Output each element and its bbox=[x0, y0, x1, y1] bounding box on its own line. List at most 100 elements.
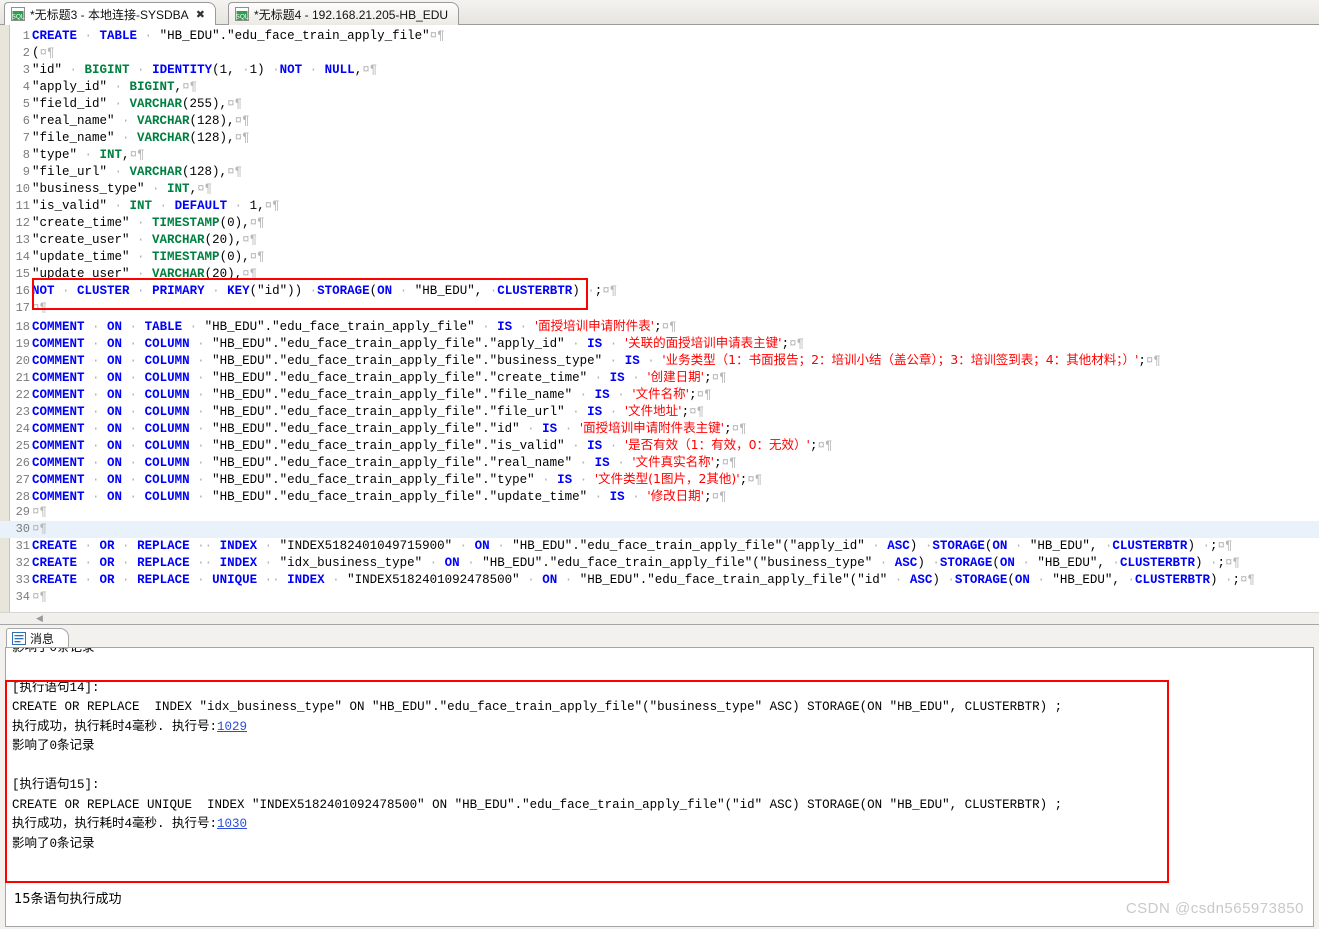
message-panel: 消息 影响了0条记录 [执行语句14]: CREATE OR REPLACE IND… bbox=[0, 626, 1319, 929]
code-line[interactable]: 32 CREATE · OR · REPLACE ·· INDEX · "idx_… bbox=[0, 555, 1319, 572]
code-line[interactable]: 22 COMMENT · ON · COLUMN · "HB_EDU"."edu_… bbox=[0, 385, 1319, 402]
code-token: VARCHAR bbox=[152, 267, 205, 281]
code-line[interactable]: 21 COMMENT · ON · COLUMN · "HB_EDU"."edu_… bbox=[0, 368, 1319, 385]
editor-horizontal-scrollbar[interactable]: ◀ bbox=[0, 612, 1319, 624]
code-token: CREATE bbox=[32, 573, 78, 587]
sql-code-area[interactable]: 1 CREATE · TABLE · "HB_EDU"."edu_face_tra… bbox=[0, 28, 1319, 606]
code-line[interactable]: 10 "business_type" · INT,¤¶ bbox=[0, 181, 1319, 198]
code-token: · bbox=[1224, 573, 1233, 587]
code-line[interactable]: 5 "field_id" · VARCHAR(255),¤¶ bbox=[0, 96, 1319, 113]
code-line[interactable]: 29 ¤¶ bbox=[0, 504, 1319, 521]
code-line[interactable]: 26 COMMENT · ON · COLUMN · "HB_EDU"."edu_… bbox=[0, 453, 1319, 470]
code-token: · bbox=[242, 63, 250, 77]
code-line[interactable]: 13 "create_user" · VARCHAR(20),¤¶ bbox=[0, 232, 1319, 249]
code-line[interactable]: 15 "update_user" · VARCHAR(20),¤¶ bbox=[0, 266, 1319, 283]
code-line[interactable]: 17 ¤¶ bbox=[0, 300, 1319, 317]
code-line[interactable]: 34 ¤¶ bbox=[0, 589, 1319, 606]
code-token: ( bbox=[32, 46, 40, 60]
code-token: VARCHAR bbox=[129, 165, 183, 179]
code-token: ON bbox=[107, 422, 123, 436]
code-token: · bbox=[519, 573, 543, 587]
code-token: IS bbox=[497, 320, 513, 334]
code-token: "HB_EDU"."edu_face_train_apply_file"("id… bbox=[579, 573, 888, 587]
code-line[interactable]: 30 ¤¶ bbox=[0, 521, 1319, 538]
code-line[interactable]: 23 COMMENT · ON · COLUMN · "HB_EDU"."edu_… bbox=[0, 402, 1319, 419]
message-block-header: [执行语句15]: bbox=[12, 778, 100, 792]
code-token: CLUSTERBTR bbox=[1134, 573, 1210, 587]
code-token: TIMESTAMP bbox=[152, 250, 220, 264]
code-line[interactable]: 1 CREATE · TABLE · "HB_EDU"."edu_face_tra… bbox=[0, 28, 1319, 45]
sql-editor-pane[interactable]: 1 CREATE · TABLE · "HB_EDU"."edu_face_tra… bbox=[0, 25, 1319, 625]
code-token: · bbox=[624, 371, 648, 385]
code-token: VARCHAR bbox=[137, 131, 190, 145]
code-token: · bbox=[114, 131, 138, 145]
code-token: ¤¶ bbox=[817, 439, 833, 453]
code-token: "create_time" bbox=[32, 216, 130, 230]
code-line[interactable]: 19 COMMENT · ON · COLUMN · "HB_EDU"."edu_… bbox=[0, 334, 1319, 351]
dm-manager-window: SQL *无标题3 - 本地连接-SYSDBA ✖ SQL *无标题4 - 19… bbox=[0, 0, 1319, 929]
code-token: COMMENT bbox=[32, 337, 85, 351]
editor-tab-1[interactable]: SQL *无标题3 - 本地连接-SYSDBA ✖ bbox=[4, 2, 216, 25]
code-line[interactable]: 18 COMMENT · ON · TABLE · "HB_EDU"."edu_f… bbox=[0, 317, 1319, 334]
code-token: · bbox=[189, 354, 213, 368]
code-line[interactable]: 4 "apply_id" · BIGINT,¤¶ bbox=[0, 79, 1319, 96]
code-line[interactable]: 7 "file_name" · VARCHAR(128),¤¶ bbox=[0, 130, 1319, 147]
message-output[interactable]: 影响了0条记录 [执行语句14]: CREATE OR REPLACE INDEX … bbox=[5, 647, 1314, 907]
code-line[interactable]: 3 "id" · BIGINT · IDENTITY(1, ·1) ·NOT · … bbox=[0, 62, 1319, 79]
code-line[interactable]: 25 COMMENT · ON · COLUMN · "HB_EDU"."edu_… bbox=[0, 436, 1319, 453]
execution-number-link[interactable]: 1029 bbox=[217, 720, 247, 734]
code-line[interactable]: 9 "file_url" · VARCHAR(128),¤¶ bbox=[0, 164, 1319, 181]
code-token: ON bbox=[542, 573, 558, 587]
code-line[interactable]: 28 COMMENT · ON · COLUMN · "HB_EDU"."edu_… bbox=[0, 487, 1319, 504]
code-line[interactable]: 6 "real_name" · VARCHAR(128),¤¶ bbox=[0, 113, 1319, 130]
code-token: · bbox=[309, 284, 318, 298]
editor-tab-2[interactable]: SQL *无标题4 - 192.168.21.205-HB_EDU bbox=[228, 2, 460, 25]
sql-file-icon: SQL bbox=[235, 7, 249, 21]
code-line[interactable]: 27 COMMENT · ON · COLUMN · "HB_EDU"."edu_… bbox=[0, 470, 1319, 487]
code-token: IS bbox=[587, 439, 603, 453]
tab-messages[interactable]: 消息 bbox=[6, 628, 70, 648]
code-token: ¤¶ bbox=[32, 301, 48, 315]
code-token: ; bbox=[1217, 556, 1225, 570]
scroll-left-icon[interactable]: ◀ bbox=[36, 614, 43, 624]
code-token: · bbox=[122, 405, 145, 419]
code-token: ¤¶ bbox=[711, 371, 727, 385]
code-token: PRIMARY bbox=[152, 284, 205, 298]
code-token: ON bbox=[377, 284, 393, 298]
execution-number-link[interactable]: 1030 bbox=[217, 817, 247, 831]
code-token: ON bbox=[107, 388, 123, 402]
code-token: · bbox=[77, 556, 100, 570]
line-number: 33 bbox=[15, 573, 30, 587]
code-token: · bbox=[512, 320, 535, 334]
close-icon[interactable]: ✖ bbox=[196, 9, 205, 20]
code-line[interactable]: 16 NOT · CLUSTER · PRIMARY · KEY("id")) ·… bbox=[0, 283, 1319, 300]
clipped-message-line: 影响了0条记录 bbox=[12, 648, 95, 655]
code-token: · bbox=[302, 63, 325, 77]
code-token: VARCHAR bbox=[129, 97, 183, 111]
code-line[interactable]: 12 "create_time" · TIMESTAMP(0),¤¶ bbox=[0, 215, 1319, 232]
code-token: · bbox=[489, 539, 513, 553]
message-block-affected: 影响了0条记录 bbox=[12, 739, 95, 753]
code-token: · bbox=[1127, 573, 1135, 587]
code-token: IS bbox=[587, 337, 603, 351]
code-token: ( bbox=[1007, 573, 1015, 587]
code-line[interactable]: 11 "is_valid" · INT · DEFAULT · 1,¤¶ bbox=[0, 198, 1319, 215]
code-token: ("id")) bbox=[249, 284, 310, 298]
code-token: (1, bbox=[212, 63, 243, 77]
code-token: · bbox=[107, 97, 130, 111]
code-line[interactable]: 31 CREATE · OR · REPLACE ·· INDEX · "INDE… bbox=[0, 538, 1319, 555]
code-line[interactable]: 20 COMMENT · ON · COLUMN · "HB_EDU"."edu_… bbox=[0, 351, 1319, 368]
code-token: IS bbox=[594, 388, 610, 402]
code-token: (255), bbox=[182, 97, 228, 111]
code-line[interactable]: 24 COMMENT · ON · COLUMN · "HB_EDU"."edu_… bbox=[0, 419, 1319, 436]
code-line[interactable]: 2 (¤¶ bbox=[0, 45, 1319, 62]
code-line[interactable]: 8 "type" · INT,¤¶ bbox=[0, 147, 1319, 164]
code-line[interactable]: 14 "update_time" · TIMESTAMP(0),¤¶ bbox=[0, 249, 1319, 266]
code-token: ASC bbox=[909, 573, 933, 587]
code-line[interactable]: 33 CREATE · OR · REPLACE · UNIQUE ·· INDE… bbox=[0, 572, 1319, 589]
code-token: · bbox=[84, 337, 108, 351]
code-token: ¤¶ bbox=[234, 114, 250, 128]
code-token: · bbox=[422, 556, 445, 570]
code-token: , bbox=[174, 80, 183, 94]
code-token: ; bbox=[781, 337, 790, 351]
